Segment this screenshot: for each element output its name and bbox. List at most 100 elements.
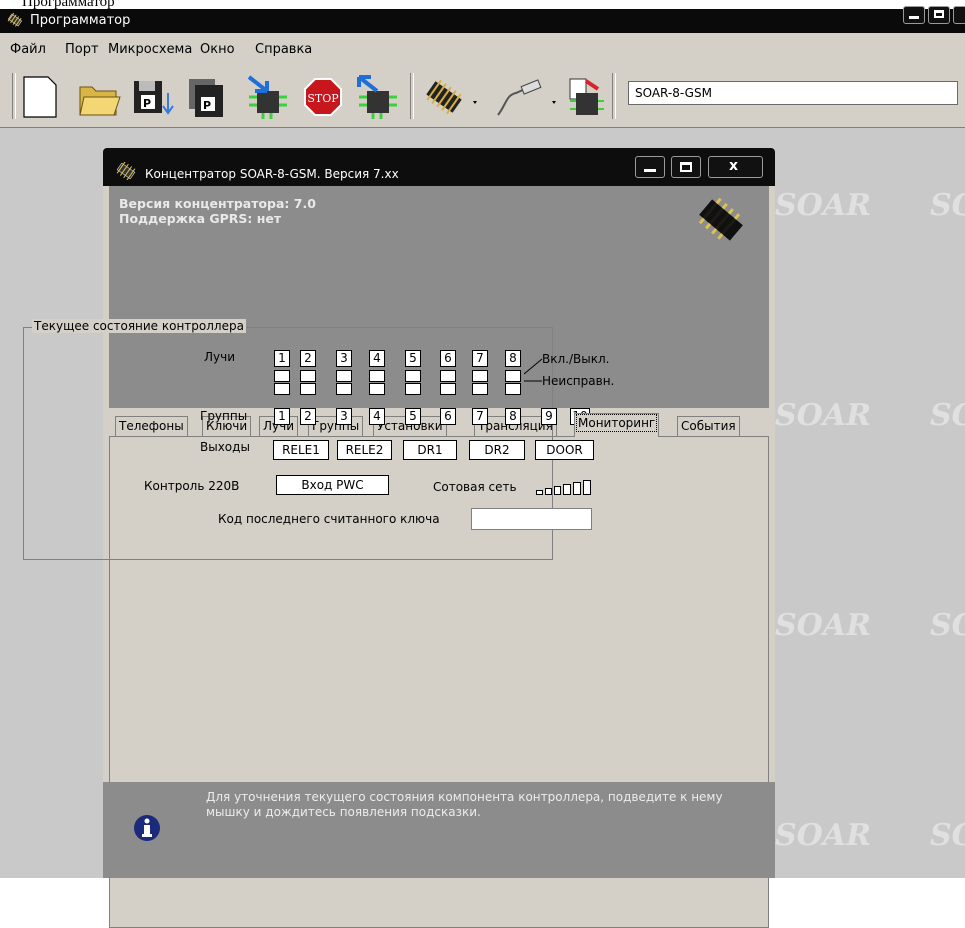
group-cell[interactable]: 2: [300, 408, 316, 425]
beam-fault-indicator[interactable]: [472, 383, 488, 395]
save-copies-icon[interactable]: P: [185, 75, 229, 119]
main-title-bar: Программатор: [0, 6, 965, 33]
tab-events[interactable]: События: [677, 416, 740, 436]
gprs-text: Поддержка GPRS: нет: [119, 211, 282, 226]
last-key-label: Код последнего считанного ключа: [218, 512, 440, 526]
close-icon: x: [729, 158, 739, 174]
write-chip-icon[interactable]: [355, 75, 399, 119]
menu-bar: Файл Порт Микросхема Окно Справка: [0, 33, 965, 67]
version-text: Версия концентратора: 7.0: [119, 196, 316, 211]
read-chip-icon[interactable]: [245, 75, 289, 119]
child-close-button[interactable]: x: [708, 156, 763, 178]
watermark: SOAR: [775, 608, 872, 643]
watermark: SOAR: [775, 398, 872, 433]
watermark: SOAR: [930, 398, 965, 433]
beam-fault-indicator[interactable]: [369, 383, 385, 395]
output-indicator[interactable]: DR2: [469, 440, 525, 460]
device-select[interactable]: SOAR-8-GSM: [628, 81, 958, 105]
child-maximize-button[interactable]: [671, 156, 701, 178]
beam-fault-indicator[interactable]: [274, 383, 290, 395]
group-cell[interactable]: 4: [369, 408, 385, 425]
info-icon: [134, 815, 160, 841]
beam-on-off-indicator[interactable]: [405, 370, 421, 382]
outputs-label: Выходы: [200, 440, 250, 454]
menu-file[interactable]: Файл: [10, 42, 46, 57]
menu-chip[interactable]: Микросхема: [108, 42, 192, 57]
open-folder-icon[interactable]: [78, 75, 122, 119]
main-minimize-button[interactable]: [903, 6, 925, 24]
chip-icon: [698, 197, 743, 241]
hint-text: Для уточнения текущего состояния компоне…: [206, 790, 723, 819]
cell-network-label: Сотовая сеть: [433, 480, 517, 494]
child-window-title: Концентратор SOAR-8-GSM. Версия 7.xx: [145, 167, 399, 181]
hint-footer: Для уточнения текущего состояния компоне…: [103, 782, 775, 878]
beam-on-off-indicator[interactable]: [274, 370, 290, 382]
menu-window[interactable]: Окно: [200, 42, 235, 57]
chevron-down-icon: [473, 101, 477, 104]
beam-cell[interactable]: 7: [472, 350, 488, 367]
beams-label: Лучи: [204, 350, 236, 364]
beam-on-off-indicator[interactable]: [505, 370, 521, 382]
group-cell[interactable]: 8: [505, 408, 521, 425]
signal-bar: [573, 482, 581, 495]
save-to-file-icon[interactable]: P: [132, 75, 178, 119]
signal-bar: [545, 488, 552, 495]
output-indicator[interactable]: DOOR: [535, 440, 594, 460]
signal-bar: [563, 484, 571, 495]
port-cable-icon[interactable]: [492, 75, 560, 119]
chevron-down-icon: [552, 101, 556, 104]
group-cell[interactable]: 6: [440, 408, 456, 425]
main-close-button[interactable]: [953, 6, 965, 24]
new-file-icon[interactable]: [22, 75, 58, 119]
chip-device-icon[interactable]: [566, 75, 606, 119]
beam-fault-indicator[interactable]: [336, 383, 352, 395]
groups-label: Группы: [200, 409, 248, 423]
group-cell[interactable]: 3: [336, 408, 352, 425]
beam-cell[interactable]: 8: [505, 350, 521, 367]
beam-on-off-indicator[interactable]: [300, 370, 316, 382]
output-indicator[interactable]: RELE2: [337, 440, 392, 460]
menu-help[interactable]: Справка: [255, 42, 312, 57]
stop-icon[interactable]: STOP: [303, 75, 343, 119]
power-control-label: Контроль 220В: [144, 479, 240, 493]
beam-fault-indicator[interactable]: [505, 383, 521, 395]
menu-port[interactable]: Порт: [65, 42, 99, 57]
legend-fault: Неисправн.: [542, 374, 615, 388]
main-maximize-button[interactable]: [928, 6, 950, 24]
group-cell[interactable]: 5: [405, 408, 421, 425]
group-cell[interactable]: 9: [541, 408, 557, 425]
beam-on-off-indicator[interactable]: [440, 370, 456, 382]
pwc-input-indicator[interactable]: Вход PWC: [276, 475, 389, 495]
svg-text:P: P: [203, 99, 211, 112]
beam-on-off-indicator[interactable]: [472, 370, 488, 382]
group-cell[interactable]: 7: [472, 408, 488, 425]
output-indicator[interactable]: RELE1: [273, 440, 329, 460]
groupbox-title: Текущее состояние контроллера: [32, 319, 246, 333]
chip-icon: [116, 162, 136, 180]
beam-cell[interactable]: 2: [300, 350, 316, 367]
toolbar-separator: [410, 73, 414, 119]
main-window-title: Программатор: [30, 13, 131, 28]
tab-monitoring[interactable]: Мониторинг: [574, 413, 660, 437]
beam-cell[interactable]: 3: [336, 350, 352, 367]
watermark: SOAR: [930, 608, 965, 643]
group-cell[interactable]: 1: [274, 408, 290, 425]
beam-cell[interactable]: 4: [369, 350, 385, 367]
legend-lines: [524, 358, 543, 382]
child-title-bar: Концентратор SOAR-8-GSM. Версия 7.xx x: [103, 148, 775, 186]
beam-cell[interactable]: 1: [274, 350, 290, 367]
toolbar-grip: [12, 73, 16, 119]
signal-bar: [536, 490, 543, 495]
watermark: SOAR: [775, 188, 872, 223]
beam-cell[interactable]: 6: [440, 350, 456, 367]
output-indicator[interactable]: DR1: [403, 440, 457, 460]
beam-fault-indicator[interactable]: [440, 383, 456, 395]
beam-on-off-indicator[interactable]: [336, 370, 352, 382]
beam-fault-indicator[interactable]: [300, 383, 316, 395]
child-minimize-button[interactable]: [635, 156, 665, 178]
beam-on-off-indicator[interactable]: [369, 370, 385, 382]
last-key-field[interactable]: [471, 508, 592, 530]
beam-fault-indicator[interactable]: [405, 383, 421, 395]
beam-cell[interactable]: 5: [405, 350, 421, 367]
chip-select-icon[interactable]: [422, 75, 480, 119]
